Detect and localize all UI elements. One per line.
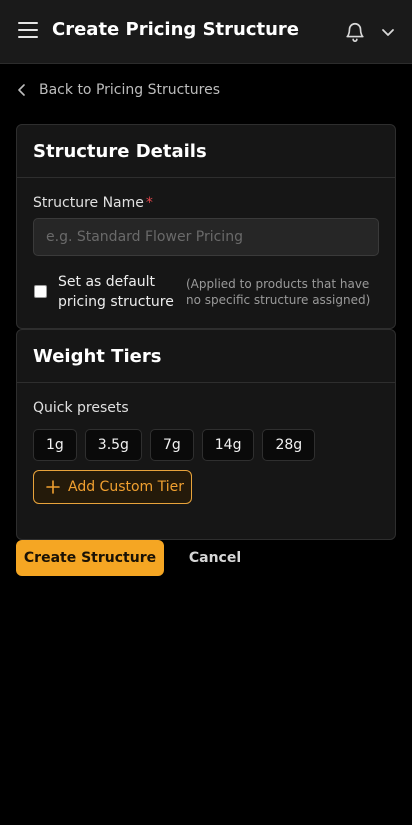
preset-1g-button[interactable]: 1g [33, 429, 77, 461]
structure-details-title: Structure Details [33, 140, 207, 162]
page-title: Create Pricing Structure [52, 19, 299, 40]
required-asterisk: * [145, 195, 153, 211]
preset-14g-button[interactable]: 14g [201, 429, 255, 461]
plus-icon [46, 480, 60, 494]
preset-3-5g-button[interactable]: 3.5g [84, 429, 142, 461]
weight-tiers-title: Weight Tiers [33, 345, 162, 367]
preset-7g-button[interactable]: 7g [149, 429, 194, 461]
weight-tiers-header: Weight Tiers [17, 330, 395, 383]
bell-icon[interactable] [344, 21, 366, 43]
weight-tiers-card: Weight Tiers Quick presets 1g 3.5g 7g 14… [16, 329, 396, 540]
add-custom-tier-label: Add Custom Tier [68, 479, 185, 495]
default-structure-checkbox[interactable] [34, 285, 47, 298]
top-app-bar: Create Pricing Structure [0, 0, 412, 64]
back-to-pricing-structures-link[interactable]: Back to Pricing Structures [17, 80, 220, 100]
add-custom-tier-button[interactable]: Add Custom Tier [33, 470, 192, 504]
hamburger-menu-icon[interactable] [18, 22, 38, 42]
structure-details-header: Structure Details [17, 125, 395, 178]
preset-28g-button[interactable]: 28g [262, 429, 316, 461]
structure-name-input[interactable] [33, 218, 379, 256]
structure-details-card: Structure Details Structure Name* Set as… [16, 124, 396, 329]
cancel-button[interactable]: Cancel [176, 540, 254, 576]
quick-presets-row: 1g 3.5g 7g 14g 28g [33, 429, 323, 461]
structure-name-label-text: Structure Name [33, 195, 144, 211]
default-structure-label: Set as default pricing structure [58, 274, 174, 310]
create-structure-button[interactable]: Create Structure [16, 540, 164, 576]
back-link-label: Back to Pricing Structures [39, 82, 221, 98]
default-structure-hint: (Applied to products that have no specif… [186, 277, 371, 307]
quick-presets-label: Quick presets [33, 400, 129, 416]
chevron-down-icon[interactable] [380, 24, 396, 40]
chevron-left-icon [18, 84, 25, 96]
structure-name-label: Structure Name * [33, 195, 153, 211]
